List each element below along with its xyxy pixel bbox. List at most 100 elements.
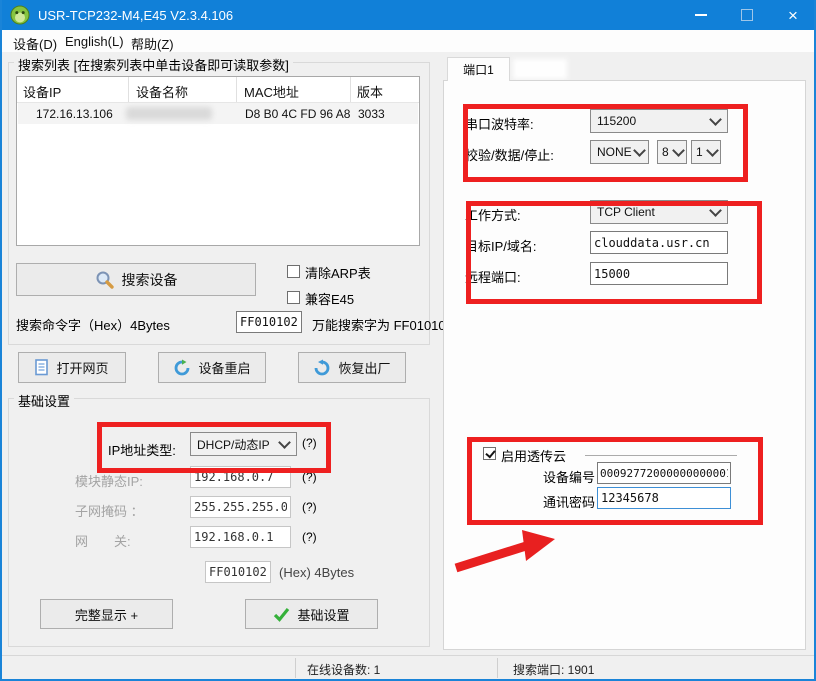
- baud-label: 串口波特率:: [465, 114, 534, 133]
- status-divider: [295, 658, 296, 678]
- restart-icon: [173, 359, 191, 377]
- chevron-down-icon: [706, 144, 719, 157]
- hex-cmd-input[interactable]: [205, 561, 271, 583]
- chevron-down-icon: [709, 113, 722, 126]
- chevron-down-icon: [633, 144, 646, 157]
- window-title: USR-TCP232-M4,E45 V2.3.4.106: [38, 8, 233, 23]
- subnet-mask-label: 子网掩码 ：: [75, 501, 144, 520]
- menu-english[interactable]: English(L): [62, 33, 127, 50]
- subnet-mask-input[interactable]: [190, 496, 291, 518]
- search-device-button[interactable]: 搜索设备: [16, 263, 256, 296]
- open-webpage-button[interactable]: 打开网页: [18, 352, 126, 383]
- cloud-group-line: [585, 455, 737, 456]
- parity-select[interactable]: NONE: [590, 140, 649, 164]
- ip-type-label: IP地址类型:: [108, 440, 176, 459]
- gateway-input[interactable]: [190, 526, 291, 548]
- ip-type-help[interactable]: (?): [302, 436, 317, 450]
- menu-device[interactable]: 设备(D): [10, 33, 60, 54]
- status-divider: [497, 658, 498, 678]
- device-restart-button[interactable]: 设备重启: [158, 352, 266, 383]
- rport-input[interactable]: [590, 262, 728, 285]
- static-ip-label: 模块静态IP:: [75, 471, 143, 490]
- cloud-enable-label: 启用透传云: [501, 446, 566, 465]
- dest-label: 目标IP/域名:: [465, 236, 537, 255]
- maximize-icon: [741, 9, 753, 21]
- tab-port1[interactable]: 端口1: [447, 57, 510, 81]
- factory-reset-label: 恢复出厂: [338, 358, 390, 377]
- device-table: 设备IP 设备名称 MAC地址 版本 172.16.13.106 D8 B0 4…: [16, 76, 420, 246]
- column-divider: [128, 77, 129, 102]
- workmode-select[interactable]: TCP Client: [590, 200, 728, 224]
- close-button[interactable]: ×: [770, 0, 816, 30]
- status-bar: 在线设备数: 1 搜索端口: 1901: [2, 655, 814, 680]
- parity-value: NONE: [597, 145, 632, 159]
- search-cmd-hint: 万能搜索字为 FF010102: [312, 315, 453, 334]
- app-logo-icon: [10, 5, 30, 25]
- menu-bar: 设备(D) English(L) 帮助(Z): [2, 30, 814, 52]
- databits-value: 8: [662, 145, 669, 159]
- full-display-label: 完整显示 +: [75, 605, 138, 624]
- workmode-value: TCP Client: [597, 205, 655, 219]
- chevron-down-icon: [672, 144, 685, 157]
- col-header-device-ip[interactable]: 设备IP: [23, 82, 61, 101]
- pwd-label: 通讯密码: [543, 492, 595, 511]
- dest-input[interactable]: [590, 231, 728, 254]
- gateway-label: 网 关:: [75, 531, 131, 550]
- maximize-button[interactable]: [724, 0, 770, 30]
- tab-redacted: [513, 59, 567, 79]
- devid-input[interactable]: [597, 462, 731, 484]
- clear-arp-checkbox[interactable]: [287, 265, 300, 278]
- device-restart-label: 设备重启: [198, 358, 250, 377]
- menu-help[interactable]: 帮助(Z): [128, 33, 177, 54]
- tab-port1-label: 端口1: [463, 61, 494, 78]
- col-header-mac[interactable]: MAC地址: [244, 82, 299, 101]
- close-icon: ×: [788, 7, 798, 24]
- factory-reset-icon: [313, 359, 331, 377]
- minimize-icon: [695, 14, 707, 16]
- table-row[interactable]: 172.16.13.106 D8 B0 4C FD 96 A8 3033: [18, 103, 418, 124]
- search-cmd-input[interactable]: [236, 311, 302, 333]
- check-icon: [273, 607, 290, 622]
- compat-e45-label: 兼容E45: [305, 289, 354, 308]
- device-name-redacted: [126, 107, 212, 120]
- minimize-button[interactable]: [678, 0, 724, 30]
- workmode-label: 工作方式:: [465, 205, 521, 224]
- factory-reset-button[interactable]: 恢复出厂: [298, 352, 406, 383]
- pwd-input[interactable]: [597, 487, 731, 509]
- full-display-button[interactable]: 完整显示 +: [40, 599, 173, 629]
- cell-mac: D8 B0 4C FD 96 A8: [245, 107, 350, 121]
- search-cmd-label: 搜索命令字（Hex）4Bytes: [16, 315, 170, 334]
- static-ip-input[interactable]: [190, 466, 291, 488]
- chevron-down-icon: [709, 204, 722, 217]
- static-ip-help[interactable]: (?): [302, 470, 317, 484]
- cell-device-ip: 172.16.13.106: [36, 107, 113, 121]
- status-search-port: 搜索端口: 1901: [513, 661, 594, 678]
- subnet-mask-help[interactable]: (?): [302, 500, 317, 514]
- document-icon: [35, 359, 49, 376]
- rport-label: 远程端口:: [465, 267, 521, 286]
- devid-label: 设备编号: [543, 467, 595, 486]
- column-divider: [236, 77, 237, 102]
- cell-version: 3033: [358, 107, 385, 121]
- basic-settings-apply-label: 基础设置: [297, 605, 349, 624]
- stopbits-select[interactable]: 1: [691, 140, 721, 164]
- compat-e45-checkbox[interactable]: [287, 291, 300, 304]
- databits-select[interactable]: 8: [657, 140, 687, 164]
- baud-select[interactable]: 115200: [590, 109, 728, 133]
- gateway-help[interactable]: (?): [302, 530, 317, 544]
- parity-label: 校验/数据/停止:: [465, 145, 554, 164]
- search-icon: [95, 270, 115, 290]
- ip-type-select[interactable]: DHCP/动态IP: [190, 432, 297, 456]
- hex-suffix-label: (Hex) 4Bytes: [279, 565, 354, 580]
- port1-tabpage: [443, 80, 806, 650]
- ip-type-value: DHCP/动态IP: [197, 436, 270, 453]
- baud-value: 115200: [597, 114, 636, 128]
- basic-settings-apply-button[interactable]: 基础设置: [245, 599, 378, 629]
- stopbits-value: 1: [696, 145, 703, 159]
- search-device-label: 搜索设备: [122, 270, 178, 290]
- cloud-enable-checkbox[interactable]: [483, 447, 496, 460]
- status-online-count: 在线设备数: 1: [307, 661, 380, 678]
- col-header-version[interactable]: 版本: [357, 82, 383, 101]
- basic-settings-group-title: 基础设置: [14, 391, 74, 410]
- col-header-device-name[interactable]: 设备名称: [136, 82, 188, 101]
